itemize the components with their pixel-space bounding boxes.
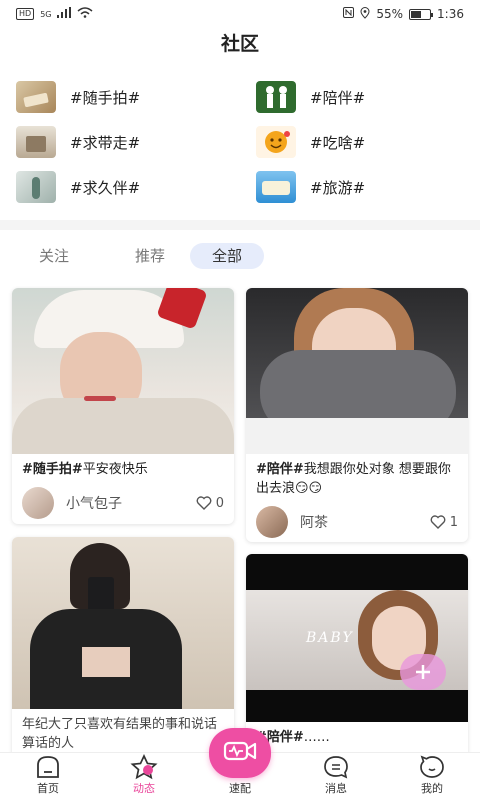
home-icon	[34, 754, 62, 780]
topic-item[interactable]: #求久伴#	[16, 170, 256, 204]
like-count: 1	[449, 514, 458, 530]
post-card[interactable]: 年纪大了只喜欢有结果的事和说话算话的人	[12, 537, 234, 752]
author-name[interactable]: 阿茶	[300, 512, 430, 532]
battery-icon	[409, 8, 434, 20]
companion-thumb	[256, 81, 296, 113]
tab-all[interactable]: 全部	[190, 243, 265, 269]
topic-label: #求带走#	[70, 133, 141, 152]
speed-match-button[interactable]	[209, 728, 271, 778]
heart-icon	[196, 496, 212, 510]
post-card[interactable]: #随手拍#平安夜快乐 小气包子 0	[12, 288, 234, 524]
nav-label: 动态	[133, 782, 155, 795]
video-match-icon	[223, 739, 257, 767]
take-me-away-thumb	[16, 126, 56, 158]
topic-item[interactable]: #吃啥#	[256, 125, 464, 159]
author-name[interactable]: 小气包子	[66, 493, 196, 513]
topic-grid: #随手拍# #陪伴# #求带走# #吃啥# #求久伴# #旅游#	[16, 80, 464, 204]
author-row: 阿茶 1	[246, 498, 468, 538]
photo-overlay-text: BABY	[306, 630, 354, 646]
avatar[interactable]	[22, 487, 54, 519]
profile-icon	[418, 754, 446, 780]
nfc-icon	[343, 7, 355, 21]
wifi-icon	[77, 7, 93, 21]
author-row: 小气包子 0	[12, 479, 234, 519]
random-photo-thumb	[16, 81, 56, 113]
post-tag: #陪伴#	[256, 462, 304, 477]
topic-label: #陪伴#	[310, 88, 366, 107]
post-photo[interactable]: BABY	[246, 554, 468, 722]
nav-home[interactable]: 首页	[0, 753, 96, 800]
plus-icon	[416, 665, 430, 679]
network-label: 5G	[40, 9, 52, 19]
topic-label: #旅游#	[310, 178, 366, 197]
like-button[interactable]: 1	[430, 515, 458, 530]
post-tag: #随手拍#	[22, 462, 83, 477]
like-count: 0	[215, 495, 224, 511]
topic-item[interactable]: #陪伴#	[256, 80, 464, 114]
long-companion-thumb	[16, 171, 56, 203]
page-title: 社区	[220, 33, 259, 55]
nav-profile[interactable]: 我的	[384, 753, 480, 800]
nav-feed[interactable]: 动态	[96, 753, 192, 800]
like-button[interactable]: 0	[196, 496, 224, 511]
topic-item[interactable]: #求带走#	[16, 125, 256, 159]
post-text: ……	[303, 730, 330, 745]
post-photo[interactable]	[12, 288, 234, 454]
clock: 1:36	[437, 7, 464, 21]
feed-tabs: 关注 推荐 全部	[24, 243, 265, 269]
post-feed: #随手拍#平安夜快乐 小气包子 0 #陪伴#我想跟你处对象 想要跟你出去浪😏😏 …	[0, 286, 480, 752]
topic-label: #吃啥#	[310, 133, 366, 152]
nav-label: 我的	[421, 782, 443, 795]
avatar[interactable]	[256, 506, 288, 538]
battery-percent: 55%	[376, 7, 404, 21]
add-button[interactable]	[400, 654, 446, 690]
post-text: 年纪大了只喜欢有结果的事和说话算话的人	[22, 717, 218, 751]
hd-badge: HD	[16, 8, 35, 20]
food-thumb	[256, 126, 296, 158]
post-card[interactable]: BABY #陪伴#……	[246, 554, 468, 752]
nav-label: 消息	[325, 782, 347, 795]
location-icon	[360, 6, 370, 22]
topic-item[interactable]: #旅游#	[256, 170, 464, 204]
nav-label: 速配	[229, 782, 251, 795]
post-card[interactable]: #陪伴#我想跟你处对象 想要跟你出去浪😏😏 阿茶 1	[246, 288, 468, 542]
post-caption: #随手拍#平安夜快乐	[12, 454, 234, 479]
post-caption: 年纪大了只喜欢有结果的事和说话算话的人	[12, 709, 234, 752]
tab-follow[interactable]: 关注	[24, 243, 84, 269]
post-photo[interactable]	[12, 537, 234, 709]
status-bar: HD 5G 55% 1:36	[0, 0, 480, 28]
topic-label: #随手拍#	[70, 88, 141, 107]
heart-icon	[430, 515, 446, 529]
post-photo[interactable]	[246, 288, 468, 454]
post-caption: #陪伴#……	[246, 722, 468, 747]
post-caption: #陪伴#我想跟你处对象 想要跟你出去浪😏😏	[246, 454, 468, 498]
section-divider	[0, 220, 480, 230]
post-text: 平安夜快乐	[82, 462, 148, 477]
star-icon	[130, 754, 158, 780]
message-icon	[322, 754, 350, 780]
signal-icon	[57, 7, 72, 21]
topic-item[interactable]: #随手拍#	[16, 80, 256, 114]
topic-label: #求久伴#	[70, 178, 141, 197]
tab-recommend[interactable]: 推荐	[120, 243, 180, 269]
nav-messages[interactable]: 消息	[288, 753, 384, 800]
travel-thumb	[256, 171, 296, 203]
nav-label: 首页	[37, 782, 59, 795]
